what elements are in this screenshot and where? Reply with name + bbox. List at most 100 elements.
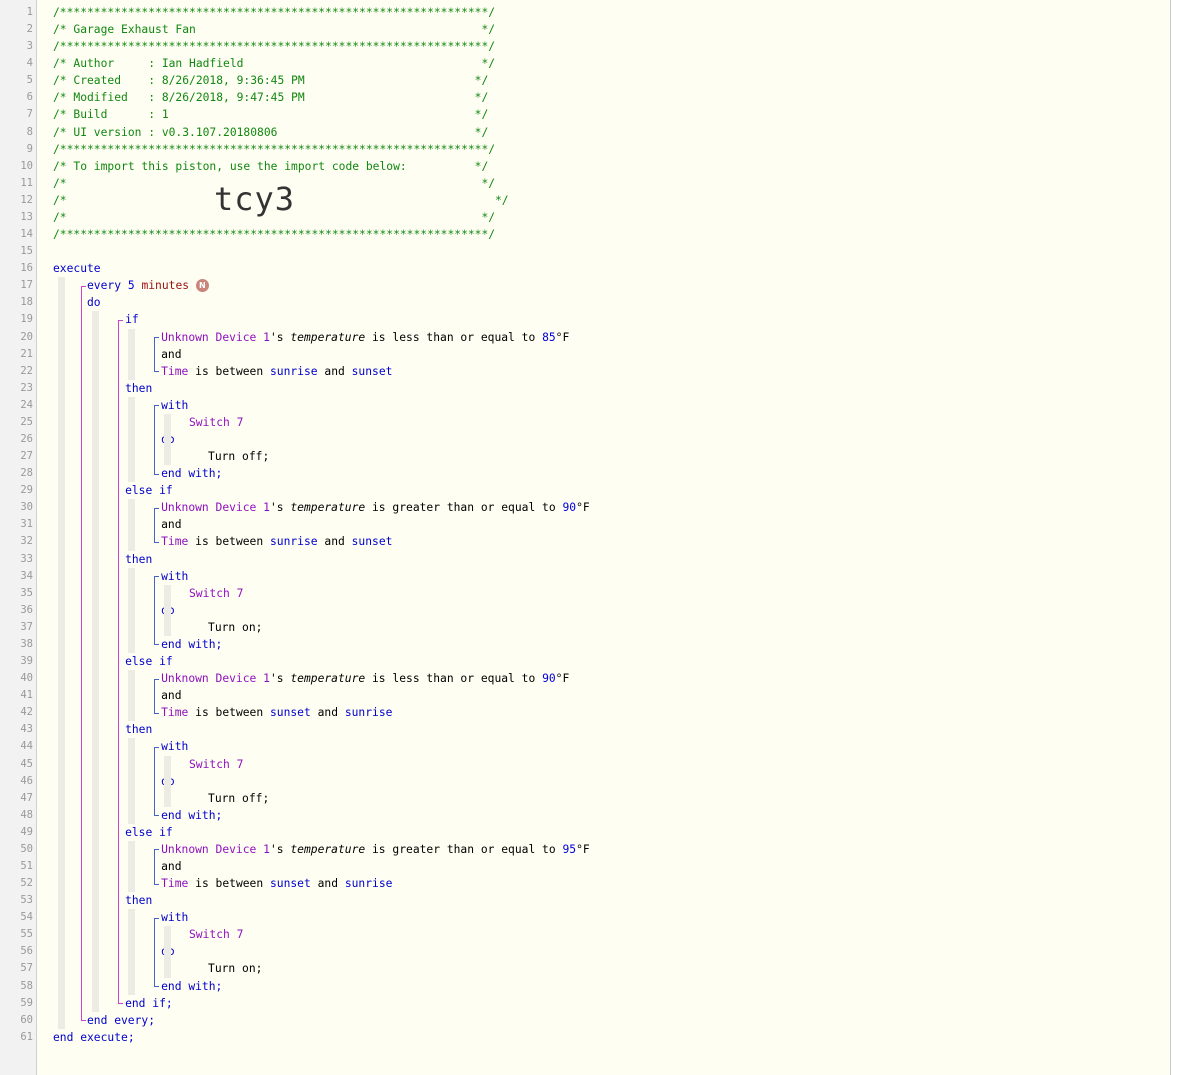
- keyword-end-execute: end execute;: [53, 1030, 135, 1044]
- keyword-and: and: [317, 706, 338, 720]
- keyword-with: with: [161, 398, 189, 412]
- scope-tick: [154, 746, 159, 748]
- comment-line: /* Created : 8/26/2018, 9:36:45 PM */: [53, 72, 488, 89]
- keyword-do: do: [87, 296, 101, 310]
- switch-device: Switch 7: [189, 928, 244, 942]
- code-line: and: [161, 346, 181, 363]
- time-label: Time: [161, 877, 189, 891]
- keyword-end-with: end with;: [161, 467, 223, 481]
- code-line: Unknown Device 1's temperature is less t…: [161, 329, 569, 346]
- import-note: /* To import this piston, use the import…: [53, 159, 489, 173]
- comment-line: /***************************************…: [53, 141, 495, 158]
- code-line: Turn off;: [208, 790, 269, 807]
- scope-tick: [154, 541, 159, 543]
- time-label: Time: [161, 706, 189, 720]
- scope-tick: [118, 319, 123, 321]
- indent-guide: [58, 277, 65, 1029]
- logical-and: and: [161, 518, 182, 532]
- action-group-line: [154, 576, 155, 645]
- switch-device: Switch 7: [189, 586, 244, 600]
- comment-line: /***************************************…: [53, 4, 495, 21]
- keyword-end-with: end with;: [161, 808, 223, 822]
- action-group-line: [154, 405, 155, 474]
- comment-line: /* Build : 1 */: [53, 106, 488, 123]
- timer-badge-icon[interactable]: N: [195, 279, 209, 293]
- comment-line: /***************************************…: [53, 226, 495, 243]
- threshold-value: 90: [562, 501, 577, 515]
- comment-line: /* */: [53, 209, 495, 226]
- code-line: end with;: [161, 465, 222, 482]
- line-number: 16: [20, 262, 33, 275]
- time-from: sunrise: [269, 364, 318, 378]
- unit-label: °F: [555, 672, 570, 686]
- code-line: Turn off;: [208, 448, 269, 465]
- switch-device: Switch 7: [189, 757, 244, 771]
- code-line: Switch 7: [189, 414, 243, 431]
- keyword-between: is between: [195, 535, 264, 549]
- attribute-name: temperature: [290, 842, 366, 856]
- line-number: 51: [20, 860, 33, 872]
- unit-label: °F: [576, 842, 590, 856]
- keyword-if: else if: [125, 825, 173, 839]
- if-scope-line: [118, 319, 119, 1004]
- code-line: with: [161, 909, 188, 926]
- action-group-line: [154, 917, 155, 987]
- keyword-is: is: [372, 842, 386, 856]
- code-line: then: [125, 892, 152, 909]
- comment-line: */: [495, 192, 509, 209]
- time-to: sunset: [351, 535, 393, 549]
- comment-line: /* Author : Ian Hadfield */: [53, 55, 495, 72]
- line-number: 18: [20, 296, 33, 309]
- comment-blank: /* */: [53, 210, 496, 224]
- line-number: 34: [20, 569, 33, 582]
- scope-tick: [154, 644, 159, 646]
- condition-group-line: [154, 678, 155, 713]
- line-number: 30: [20, 501, 33, 514]
- line-number: 50: [20, 842, 33, 855]
- code-line: Time is between sunset and sunrise: [161, 875, 392, 892]
- time-label: Time: [161, 535, 189, 549]
- line-number: 48: [20, 808, 33, 821]
- code-line: Unknown Device 1's temperature is greate…: [161, 499, 590, 516]
- time-to: sunrise: [344, 877, 393, 891]
- code-line: Switch 7: [189, 926, 243, 943]
- scope-tick: [154, 576, 159, 578]
- scope-tick: [154, 507, 159, 509]
- line-number: 47: [20, 791, 33, 804]
- condition-group-line: [154, 849, 155, 884]
- indent-guide: [128, 909, 135, 995]
- possessive: 's: [269, 330, 284, 344]
- code-line: Time is between sunrise and sunset: [161, 363, 392, 380]
- line-number: 7: [26, 108, 33, 121]
- time-from: sunset: [269, 706, 311, 720]
- indent-guide: [164, 926, 171, 978]
- keyword-and: and: [324, 364, 345, 378]
- code-line: with: [161, 568, 188, 585]
- code-line: Time is between sunrise and sunset: [161, 533, 392, 550]
- code-line: else if: [125, 824, 173, 841]
- device-name: Unknown Device 1: [161, 842, 270, 856]
- comment-line: /* Garage Exhaust Fan */: [53, 21, 495, 38]
- indent-guide: [92, 311, 99, 1012]
- action-command: Turn off;: [208, 450, 270, 464]
- scope-tick: [154, 405, 159, 407]
- line-number: 5: [26, 74, 33, 87]
- comment-line: /*: [53, 192, 67, 209]
- keyword-then: then: [125, 381, 153, 395]
- keyword-with: with: [161, 911, 189, 925]
- possessive: 's: [269, 501, 284, 515]
- comment-line: /* Modified : 8/26/2018, 9:47:45 PM */: [53, 89, 488, 106]
- keyword-then: then: [125, 723, 153, 737]
- comment-border: /***************************************…: [53, 228, 496, 242]
- code-line: then: [125, 380, 152, 397]
- code-line: and: [161, 858, 181, 875]
- condition-group-line: [154, 337, 155, 372]
- line-number: 59: [20, 996, 33, 1009]
- line-number: 41: [20, 689, 33, 702]
- line-number: 3: [26, 40, 33, 53]
- line-number: 31: [20, 518, 33, 531]
- scope-tick: [154, 473, 159, 475]
- logical-and: and: [161, 347, 182, 361]
- indent-guide: [128, 670, 135, 722]
- code-line: then: [125, 721, 152, 738]
